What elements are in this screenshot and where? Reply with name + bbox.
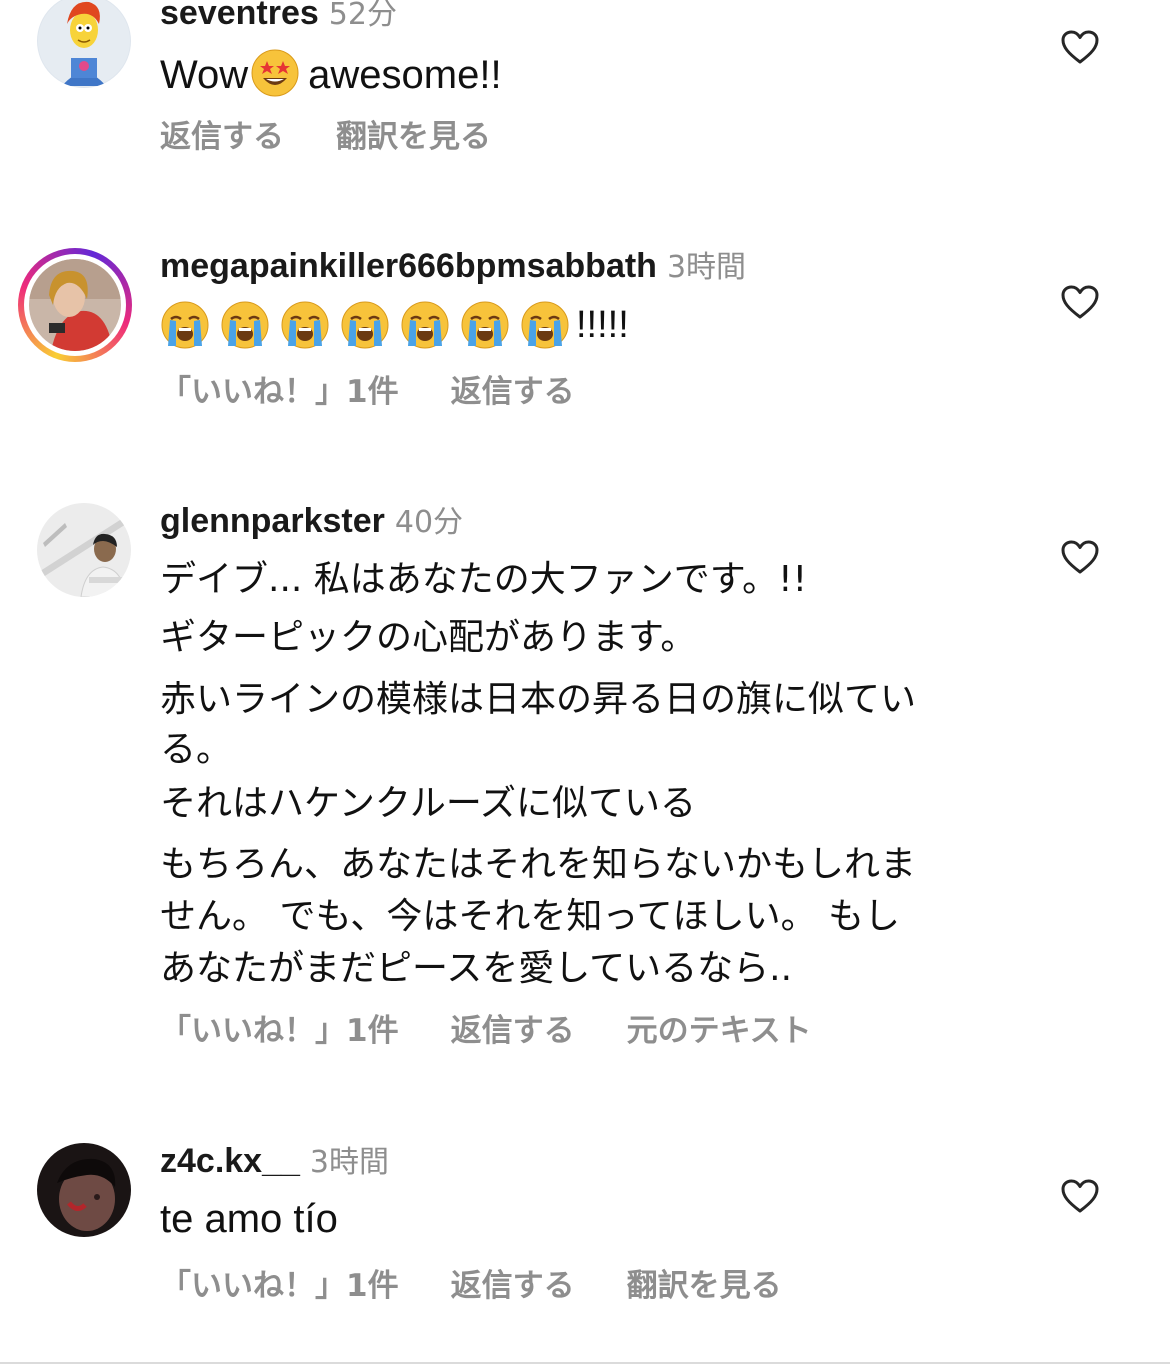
comment-line: ギターピックの心配があります。	[160, 617, 697, 658]
comment-text-suffix: !!!!!	[576, 303, 629, 346]
reply-button[interactable]: 返信する	[160, 119, 284, 155]
loudly-crying-face-icon	[340, 300, 390, 350]
reply-button[interactable]: 返信する	[451, 1268, 575, 1304]
timestamp: 3時間	[666, 250, 747, 285]
avatar-image	[37, 503, 131, 597]
heart-outline-icon[interactable]	[1060, 29, 1100, 65]
comment-line: デイブ... 私はあなたの大ファンです。!!	[160, 559, 808, 600]
comment-header: z4c.kx__ 3時間	[160, 1144, 389, 1178]
loudly-crying-face-icon	[520, 300, 570, 350]
loudly-crying-face-icon	[460, 300, 510, 350]
see-original-button[interactable]: 元のテキスト	[627, 1013, 812, 1049]
comment-text: Wow awesome!!	[160, 48, 502, 98]
comment-line: る。	[160, 729, 233, 770]
likes-count-button[interactable]: 「いいね！」1件	[160, 1013, 399, 1049]
loudly-crying-face-icon	[160, 300, 210, 350]
comment-header: seventres 52分	[160, 0, 397, 30]
comment-header: glennparkster 40分	[160, 504, 463, 538]
comment-line: それはハケンクルーズに似ている	[160, 783, 697, 824]
username[interactable]: glennparkster	[160, 502, 385, 540]
timestamp: 3時間	[309, 1145, 389, 1180]
comment-actions: 「いいね！」1件 返信する 元のテキスト	[160, 1016, 864, 1047]
loudly-crying-face-icon	[400, 300, 450, 350]
reply-button[interactable]: 返信する	[451, 1013, 575, 1049]
avatar[interactable]	[37, 0, 131, 88]
comment-text-main: awesome!!	[308, 53, 502, 97]
avatar-image	[37, 1143, 131, 1237]
heart-outline-icon[interactable]	[1060, 284, 1100, 320]
avatar-story-ring[interactable]	[18, 248, 132, 362]
avatar-image	[29, 259, 121, 351]
star-struck-emoji-icon	[250, 48, 300, 98]
comment-line: あなたがまだピースを愛しているなら..	[160, 948, 793, 989]
comment-text: te amo tío	[160, 1197, 338, 1241]
heart-outline-icon[interactable]	[1060, 539, 1100, 575]
comment-text: !!!!!	[160, 300, 629, 352]
likes-count-button[interactable]: 「いいね！」1件	[160, 374, 399, 410]
comment-line: 赤いラインの模様は日本の昇る日の旗に似てい	[160, 679, 917, 720]
timestamp: 52分	[328, 0, 397, 32]
avatar[interactable]	[37, 503, 131, 597]
username[interactable]: seventres	[160, 0, 319, 32]
comment-actions: 「いいね！」1件 返信する	[160, 377, 627, 408]
comment-line: もちろん、あなたはそれを知らないかもしれま	[160, 844, 917, 885]
comment-actions: 「いいね！」1件 返信する 翻訳を見る	[160, 1271, 834, 1302]
loudly-crying-face-icon	[220, 300, 270, 350]
loudly-crying-face-icon	[280, 300, 330, 350]
username[interactable]: megapainkiller666bpmsabbath	[160, 247, 657, 285]
username[interactable]: z4c.kx__	[160, 1142, 300, 1180]
see-translation-button[interactable]: 翻訳を見る	[627, 1268, 782, 1304]
avatar[interactable]	[37, 1143, 131, 1237]
comment-text: デイブ... 私はあなたの大ファンです。!! ギターピックの心配があります。 赤…	[160, 551, 990, 995]
avatar-image	[37, 0, 131, 88]
timestamp: 40分	[394, 505, 464, 540]
comment-text-prefix: Wow	[160, 53, 249, 97]
divider	[0, 1362, 1170, 1364]
comment-actions: 返信する 翻訳を見る	[160, 122, 543, 153]
reply-button[interactable]: 返信する	[451, 374, 575, 410]
likes-count-button[interactable]: 「いいね！」1件	[160, 1268, 399, 1304]
comment-header: megapainkiller666bpmsabbath 3時間	[160, 249, 746, 283]
see-translation-button[interactable]: 翻訳を見る	[336, 119, 491, 155]
comment-line: せん。 でも、今はそれを知ってほしい。 もし	[160, 896, 901, 937]
heart-outline-icon[interactable]	[1060, 1178, 1100, 1214]
